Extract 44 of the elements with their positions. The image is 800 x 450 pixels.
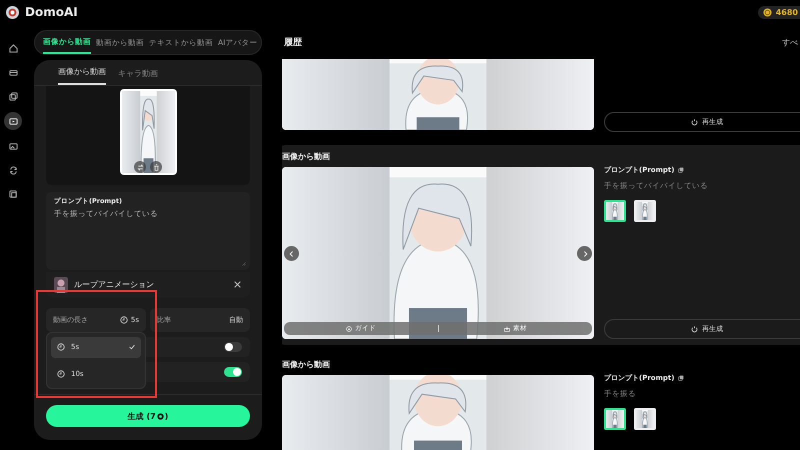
close-icon	[234, 280, 241, 288]
logo-icon	[6, 6, 19, 18]
power-icon	[691, 118, 698, 126]
clock-icon	[57, 343, 65, 352]
app-name: DomoAI	[25, 5, 78, 19]
effect-label: ループアニメーション	[74, 279, 155, 290]
close-button[interactable]	[234, 280, 242, 288]
swap-icon	[136, 164, 144, 170]
refresh-icon	[8, 166, 18, 174]
toggle-switch[interactable]	[224, 342, 242, 352]
coin-icon	[762, 8, 772, 16]
image-icon	[8, 142, 18, 150]
home-icon	[8, 44, 18, 52]
resize-icon	[241, 261, 246, 266]
upload-area[interactable]	[46, 86, 250, 185]
thumbnail[interactable]	[604, 408, 626, 430]
chevron-right-icon	[582, 250, 588, 256]
check-icon	[129, 344, 135, 350]
tray-icon	[504, 326, 510, 332]
power-icon	[691, 326, 698, 332]
clock-icon	[57, 370, 65, 378]
copy-icon	[8, 190, 18, 198]
history-title: 履歴	[283, 36, 302, 48]
generate-button[interactable]: 生成 (7 )	[46, 405, 250, 427]
video-nav-button[interactable]	[4, 112, 22, 130]
thumbnail[interactable]	[634, 200, 656, 222]
sub-tab[interactable]: キャラ動画	[118, 68, 158, 85]
toggle-switch[interactable]	[224, 367, 242, 377]
copy-icon	[678, 167, 684, 173]
video-icon	[8, 116, 18, 126]
credits-badge[interactable]: 4680	[758, 6, 800, 18]
coin-icon	[156, 412, 164, 420]
chevron-left-icon	[288, 250, 294, 256]
download-icon	[346, 326, 352, 332]
thumbnail[interactable]	[634, 408, 656, 430]
inbox-icon	[8, 68, 18, 76]
thumbnail[interactable]	[604, 200, 626, 222]
see-all-link[interactable]: すべ	[782, 36, 798, 48]
layers-icon	[8, 92, 18, 100]
card-title: 画像から動画	[282, 151, 331, 162]
copy-icon	[678, 375, 684, 381]
card-title: 画像から動画	[282, 359, 331, 370]
trash-icon	[152, 164, 160, 170]
clock-icon	[120, 316, 128, 324]
